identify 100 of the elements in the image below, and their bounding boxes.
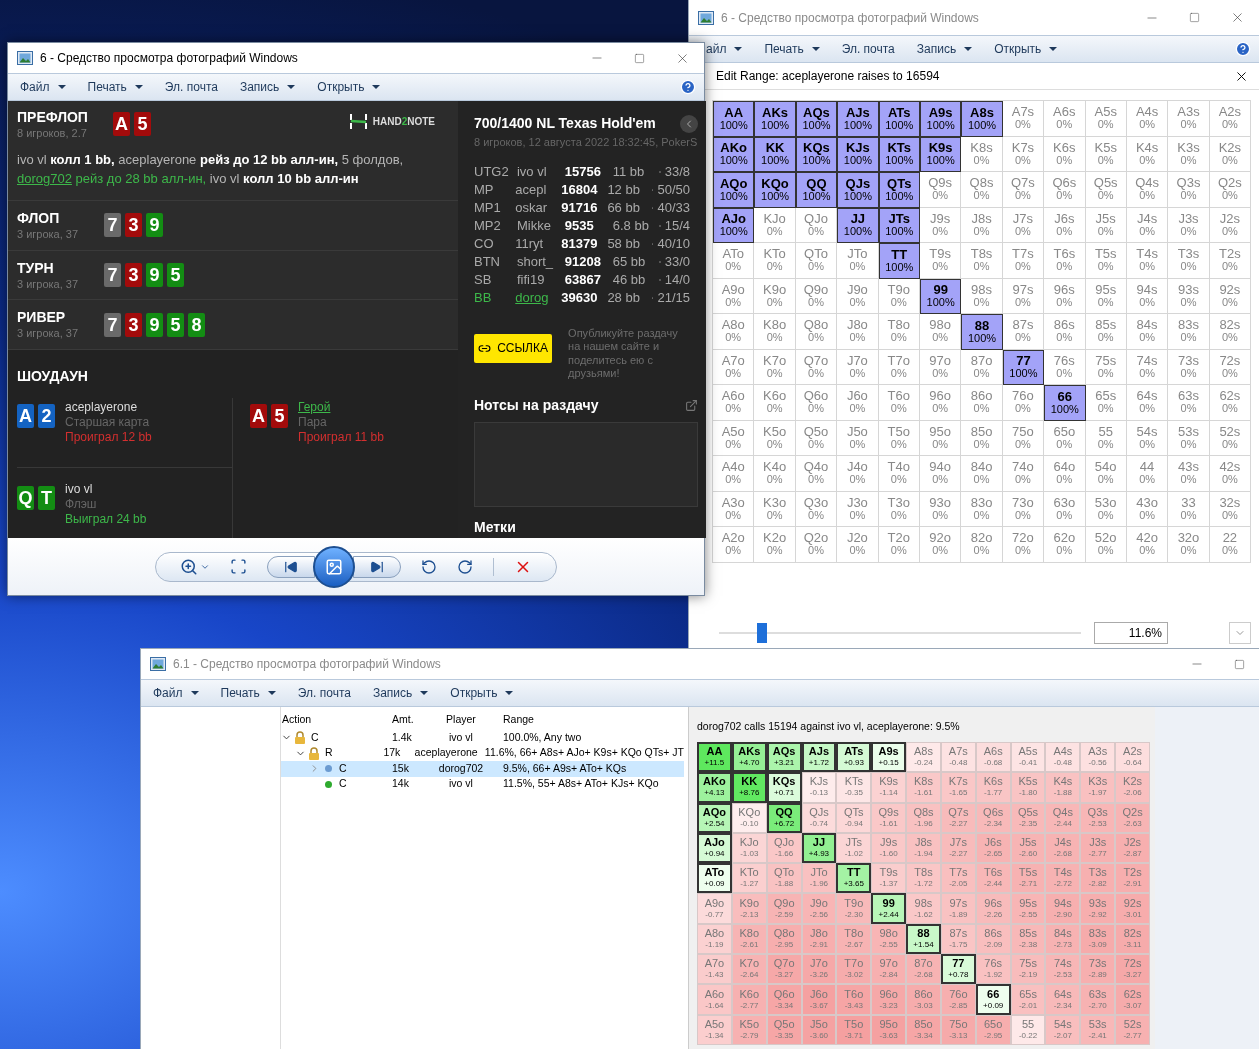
range-cell[interactable]: J9o 0%: [837, 278, 879, 314]
menu-item[interactable]: Эл. почта: [297, 684, 351, 702]
range-cell[interactable]: 83s 0%: [1168, 314, 1210, 350]
range-cell[interactable]: K4o 0%: [754, 456, 796, 492]
range-cell[interactable]: 75s 0%: [1085, 349, 1127, 385]
rotate-left-icon[interactable]: [421, 558, 437, 575]
maximize-icon[interactable]: [1189, 12, 1200, 23]
range-cell[interactable]: A9s 100%: [919, 101, 962, 137]
range-cell[interactable]: 97s 0%: [1002, 278, 1045, 314]
menu-item[interactable]: Запись: [239, 78, 296, 96]
range-cell[interactable]: K6s 0%: [1044, 136, 1086, 172]
range-cell[interactable]: J3o 0%: [837, 491, 879, 527]
range-cell[interactable]: J2o 0%: [837, 527, 879, 563]
menu-item[interactable]: Файл: [153, 684, 199, 702]
range-cell[interactable]: J8s 0%: [961, 207, 1003, 243]
range-cell[interactable]: T2s 0%: [1209, 243, 1252, 279]
range-cell[interactable]: T5o 0%: [878, 420, 920, 456]
slideshow-button[interactable]: [313, 545, 355, 588]
range-cell[interactable]: K3o 0%: [754, 491, 796, 527]
range-cell[interactable]: J4o 0%: [837, 456, 879, 492]
next-button[interactable]: [353, 555, 401, 578]
range-cell[interactable]: K2o 0%: [754, 527, 796, 563]
range-cell[interactable]: K5o 0%: [754, 420, 796, 456]
menu-item[interactable]: Эл. почта: [164, 78, 218, 96]
range-cell[interactable]: A8o 0%: [713, 314, 755, 350]
range-cell[interactable]: JTo 0%: [837, 243, 879, 279]
range-cell[interactable]: 76o 0%: [1002, 385, 1045, 421]
range-cell[interactable]: A7s 0%: [1002, 101, 1045, 137]
range-cell[interactable]: A5s 0%: [1085, 101, 1127, 137]
range-cell[interactable]: Q9o 0%: [795, 278, 838, 314]
range-cell[interactable]: A2s 0%: [1209, 101, 1252, 137]
range-cell[interactable]: JJ 100%: [837, 207, 879, 243]
help-icon[interactable]: [1235, 41, 1251, 57]
range-cell[interactable]: 94o 0%: [919, 456, 962, 492]
range-cell[interactable]: 43o 0%: [1126, 491, 1169, 527]
maximize-icon[interactable]: [634, 52, 645, 64]
range-cell[interactable]: Q6s 0%: [1044, 172, 1086, 208]
range-cell[interactable]: 22 0%: [1209, 527, 1252, 563]
range-cell[interactable]: 92s 0%: [1209, 278, 1252, 314]
range-cell[interactable]: 88 100%: [961, 314, 1003, 350]
range-cell[interactable]: K7o 0%: [754, 349, 796, 385]
column-header[interactable]: Amt.: [389, 712, 425, 728]
range-cell[interactable]: 43s 0%: [1168, 456, 1210, 492]
column-header[interactable]: Player: [425, 712, 497, 728]
range-cell[interactable]: Q7o 0%: [795, 349, 838, 385]
tree-row[interactable]: C 15k dorog702 9.5%, 66+ A9s+ ATo+ KQs: [281, 761, 684, 777]
range-cell[interactable]: 42s 0%: [1209, 456, 1252, 492]
range-cell[interactable]: AQs 100%: [795, 101, 838, 137]
player-link[interactable]: dorog702: [17, 171, 72, 186]
range-cell[interactable]: T3s 0%: [1168, 243, 1210, 279]
range-cell[interactable]: KQs 100%: [795, 136, 838, 172]
range-cell[interactable]: 74s 0%: [1126, 349, 1169, 385]
back-button[interactable]: [680, 114, 698, 133]
range-cell[interactable]: Q5s 0%: [1085, 172, 1127, 208]
link-button[interactable]: ССЫЛКА: [474, 333, 553, 363]
range-cell[interactable]: 74o 0%: [1002, 456, 1045, 492]
menu-item[interactable]: Открыть: [450, 684, 514, 702]
range-cell[interactable]: J5o 0%: [837, 420, 879, 456]
range-cell[interactable]: AA 100%: [713, 101, 755, 137]
external-link-icon[interactable]: [685, 398, 698, 412]
range-cell[interactable]: Q2o 0%: [795, 527, 838, 563]
range-cell[interactable]: 52s 0%: [1209, 420, 1252, 456]
range-cell[interactable]: KTs 100%: [878, 136, 920, 172]
range-cell[interactable]: T7o 0%: [878, 349, 920, 385]
range-cell[interactable]: 83o 0%: [961, 491, 1003, 527]
range-cell[interactable]: QJo 0%: [795, 207, 838, 243]
range-cell[interactable]: Q9s 0%: [919, 172, 962, 208]
range-slider[interactable]: [719, 623, 1081, 643]
range-cell[interactable]: QTs 100%: [878, 172, 920, 208]
range-cell[interactable]: 82s 0%: [1209, 314, 1252, 350]
percent-field[interactable]: 11.6%: [1094, 622, 1168, 644]
range-cell[interactable]: 82o 0%: [961, 527, 1003, 563]
range-cell[interactable]: 72o 0%: [1002, 527, 1045, 563]
range-cell[interactable]: 87s 0%: [1002, 314, 1045, 350]
frame-icon[interactable]: [230, 558, 247, 575]
range-cell[interactable]: 44 0%: [1126, 456, 1169, 492]
range-cell[interactable]: K3s 0%: [1168, 136, 1210, 172]
range-cell[interactable]: 66 100%: [1044, 385, 1086, 421]
slider-thumb[interactable]: [757, 623, 768, 643]
menu-item[interactable]: Открыть: [317, 78, 381, 96]
column-header[interactable]: Action: [281, 712, 389, 728]
range-cell[interactable]: K5s 0%: [1085, 136, 1127, 172]
range-cell[interactable]: 65s 0%: [1085, 385, 1127, 421]
range-cell[interactable]: 64o 0%: [1044, 456, 1086, 492]
range-cell[interactable]: J9s 0%: [919, 207, 962, 243]
range-cell[interactable]: 99 100%: [919, 278, 962, 314]
range-cell[interactable]: J5s 0%: [1085, 207, 1127, 243]
range-cell[interactable]: K8s 0%: [961, 136, 1003, 172]
range-cell[interactable]: T9o 0%: [878, 278, 920, 314]
range-cell[interactable]: K9s 100%: [919, 136, 962, 172]
range-cell[interactable]: QQ 100%: [795, 172, 838, 208]
range-cell[interactable]: ATs 100%: [878, 101, 920, 137]
range-cell[interactable]: Q3o 0%: [795, 491, 838, 527]
range-cell[interactable]: A6s 0%: [1044, 101, 1086, 137]
range-cell[interactable]: 32s 0%: [1209, 491, 1252, 527]
menu-item[interactable]: Открыть: [994, 40, 1058, 58]
range-cell[interactable]: Q2s 0%: [1209, 172, 1252, 208]
range-cell[interactable]: TT 100%: [878, 243, 920, 279]
range-cell[interactable]: K2s 0%: [1209, 136, 1252, 172]
range-cell[interactable]: 64s 0%: [1126, 385, 1169, 421]
